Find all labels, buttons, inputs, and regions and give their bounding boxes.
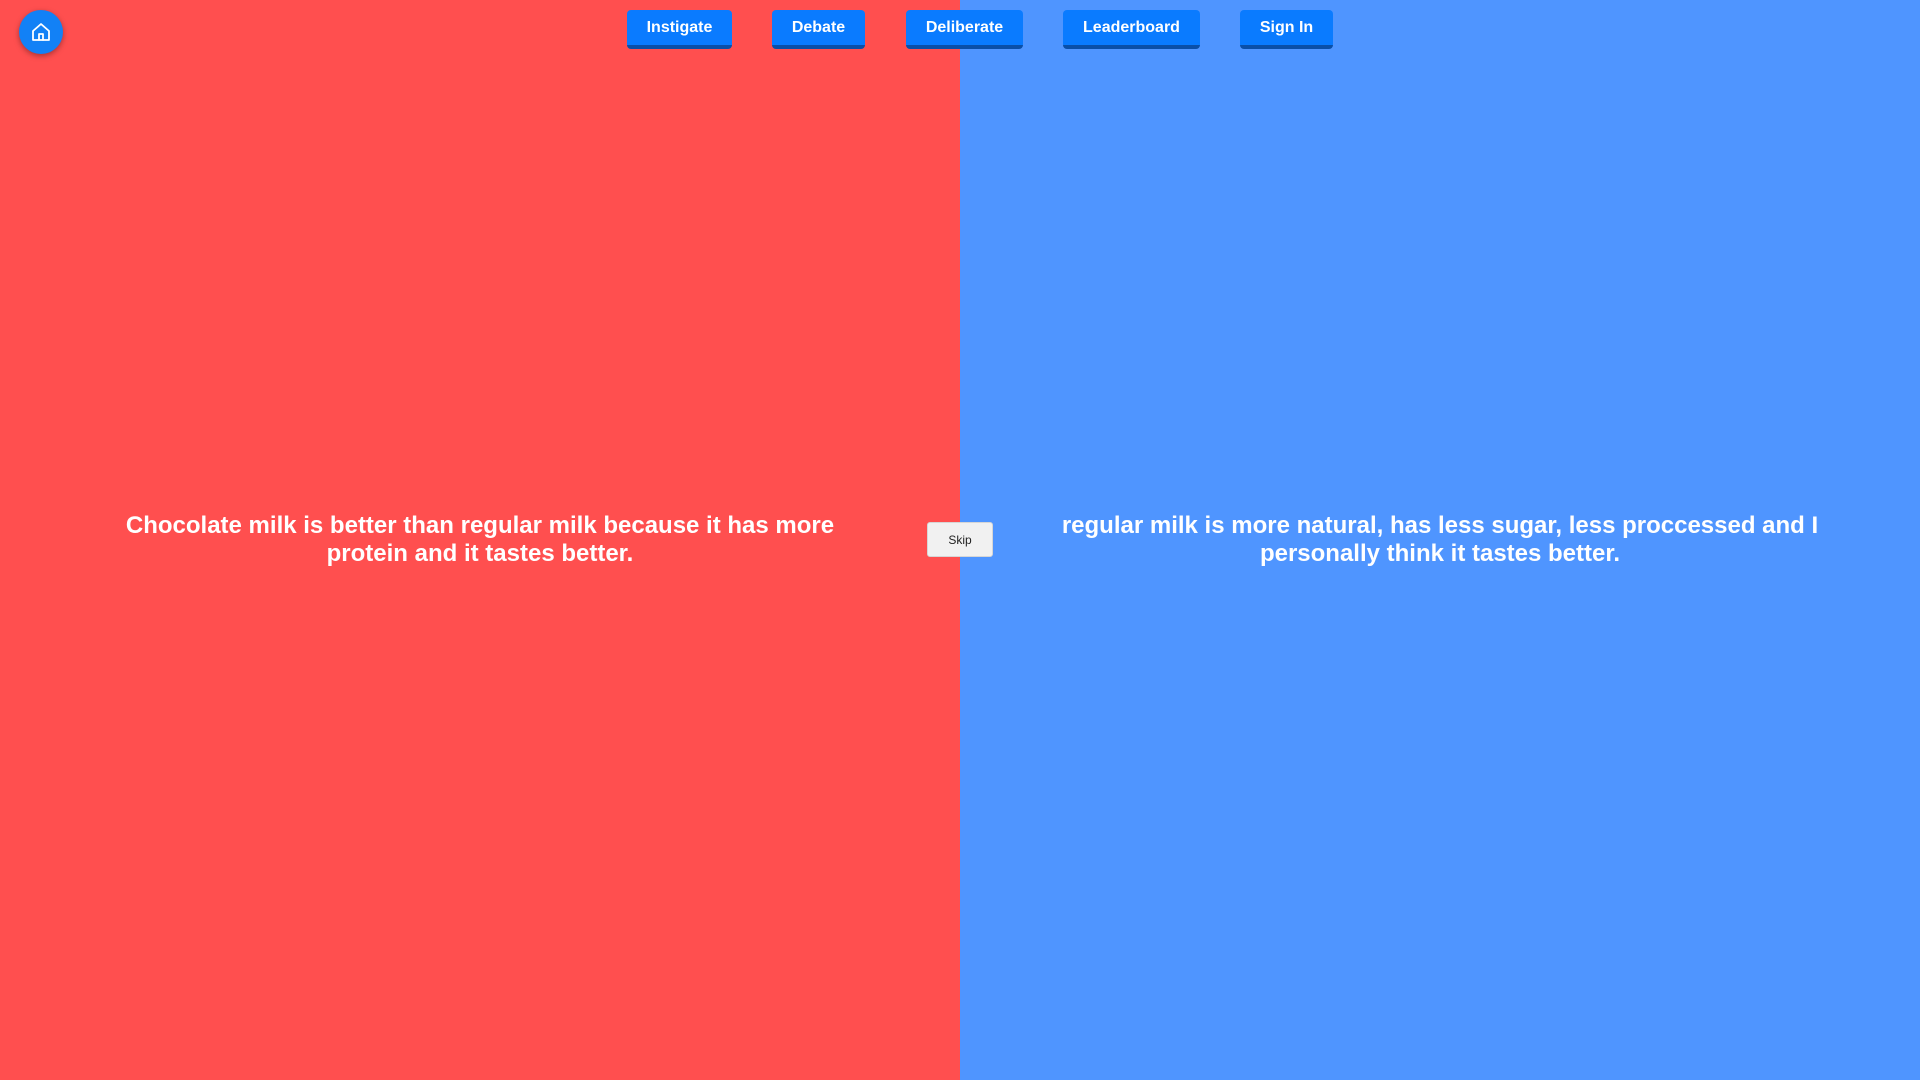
left-argument-panel[interactable]: Chocolate milk is better than regular mi…: [0, 0, 960, 1080]
nav-sign-in-button[interactable]: Sign In: [1240, 10, 1333, 49]
right-argument-text: regular milk is more natural, has less s…: [1061, 512, 1819, 567]
debate-page: Chocolate milk is better than regular mi…: [0, 0, 1920, 1080]
nav-deliberate-button[interactable]: Deliberate: [906, 10, 1023, 49]
right-argument-panel[interactable]: regular milk is more natural, has less s…: [960, 0, 1920, 1080]
top-navigation: Instigate Debate Deliberate Leaderboard …: [0, 10, 1920, 52]
skip-button[interactable]: Skip: [927, 522, 993, 557]
nav-leaderboard-button[interactable]: Leaderboard: [1063, 10, 1200, 49]
nav-debate-button[interactable]: Debate: [772, 10, 865, 49]
left-argument-text: Chocolate milk is better than regular mi…: [125, 512, 835, 567]
nav-instigate-button[interactable]: Instigate: [627, 10, 732, 49]
